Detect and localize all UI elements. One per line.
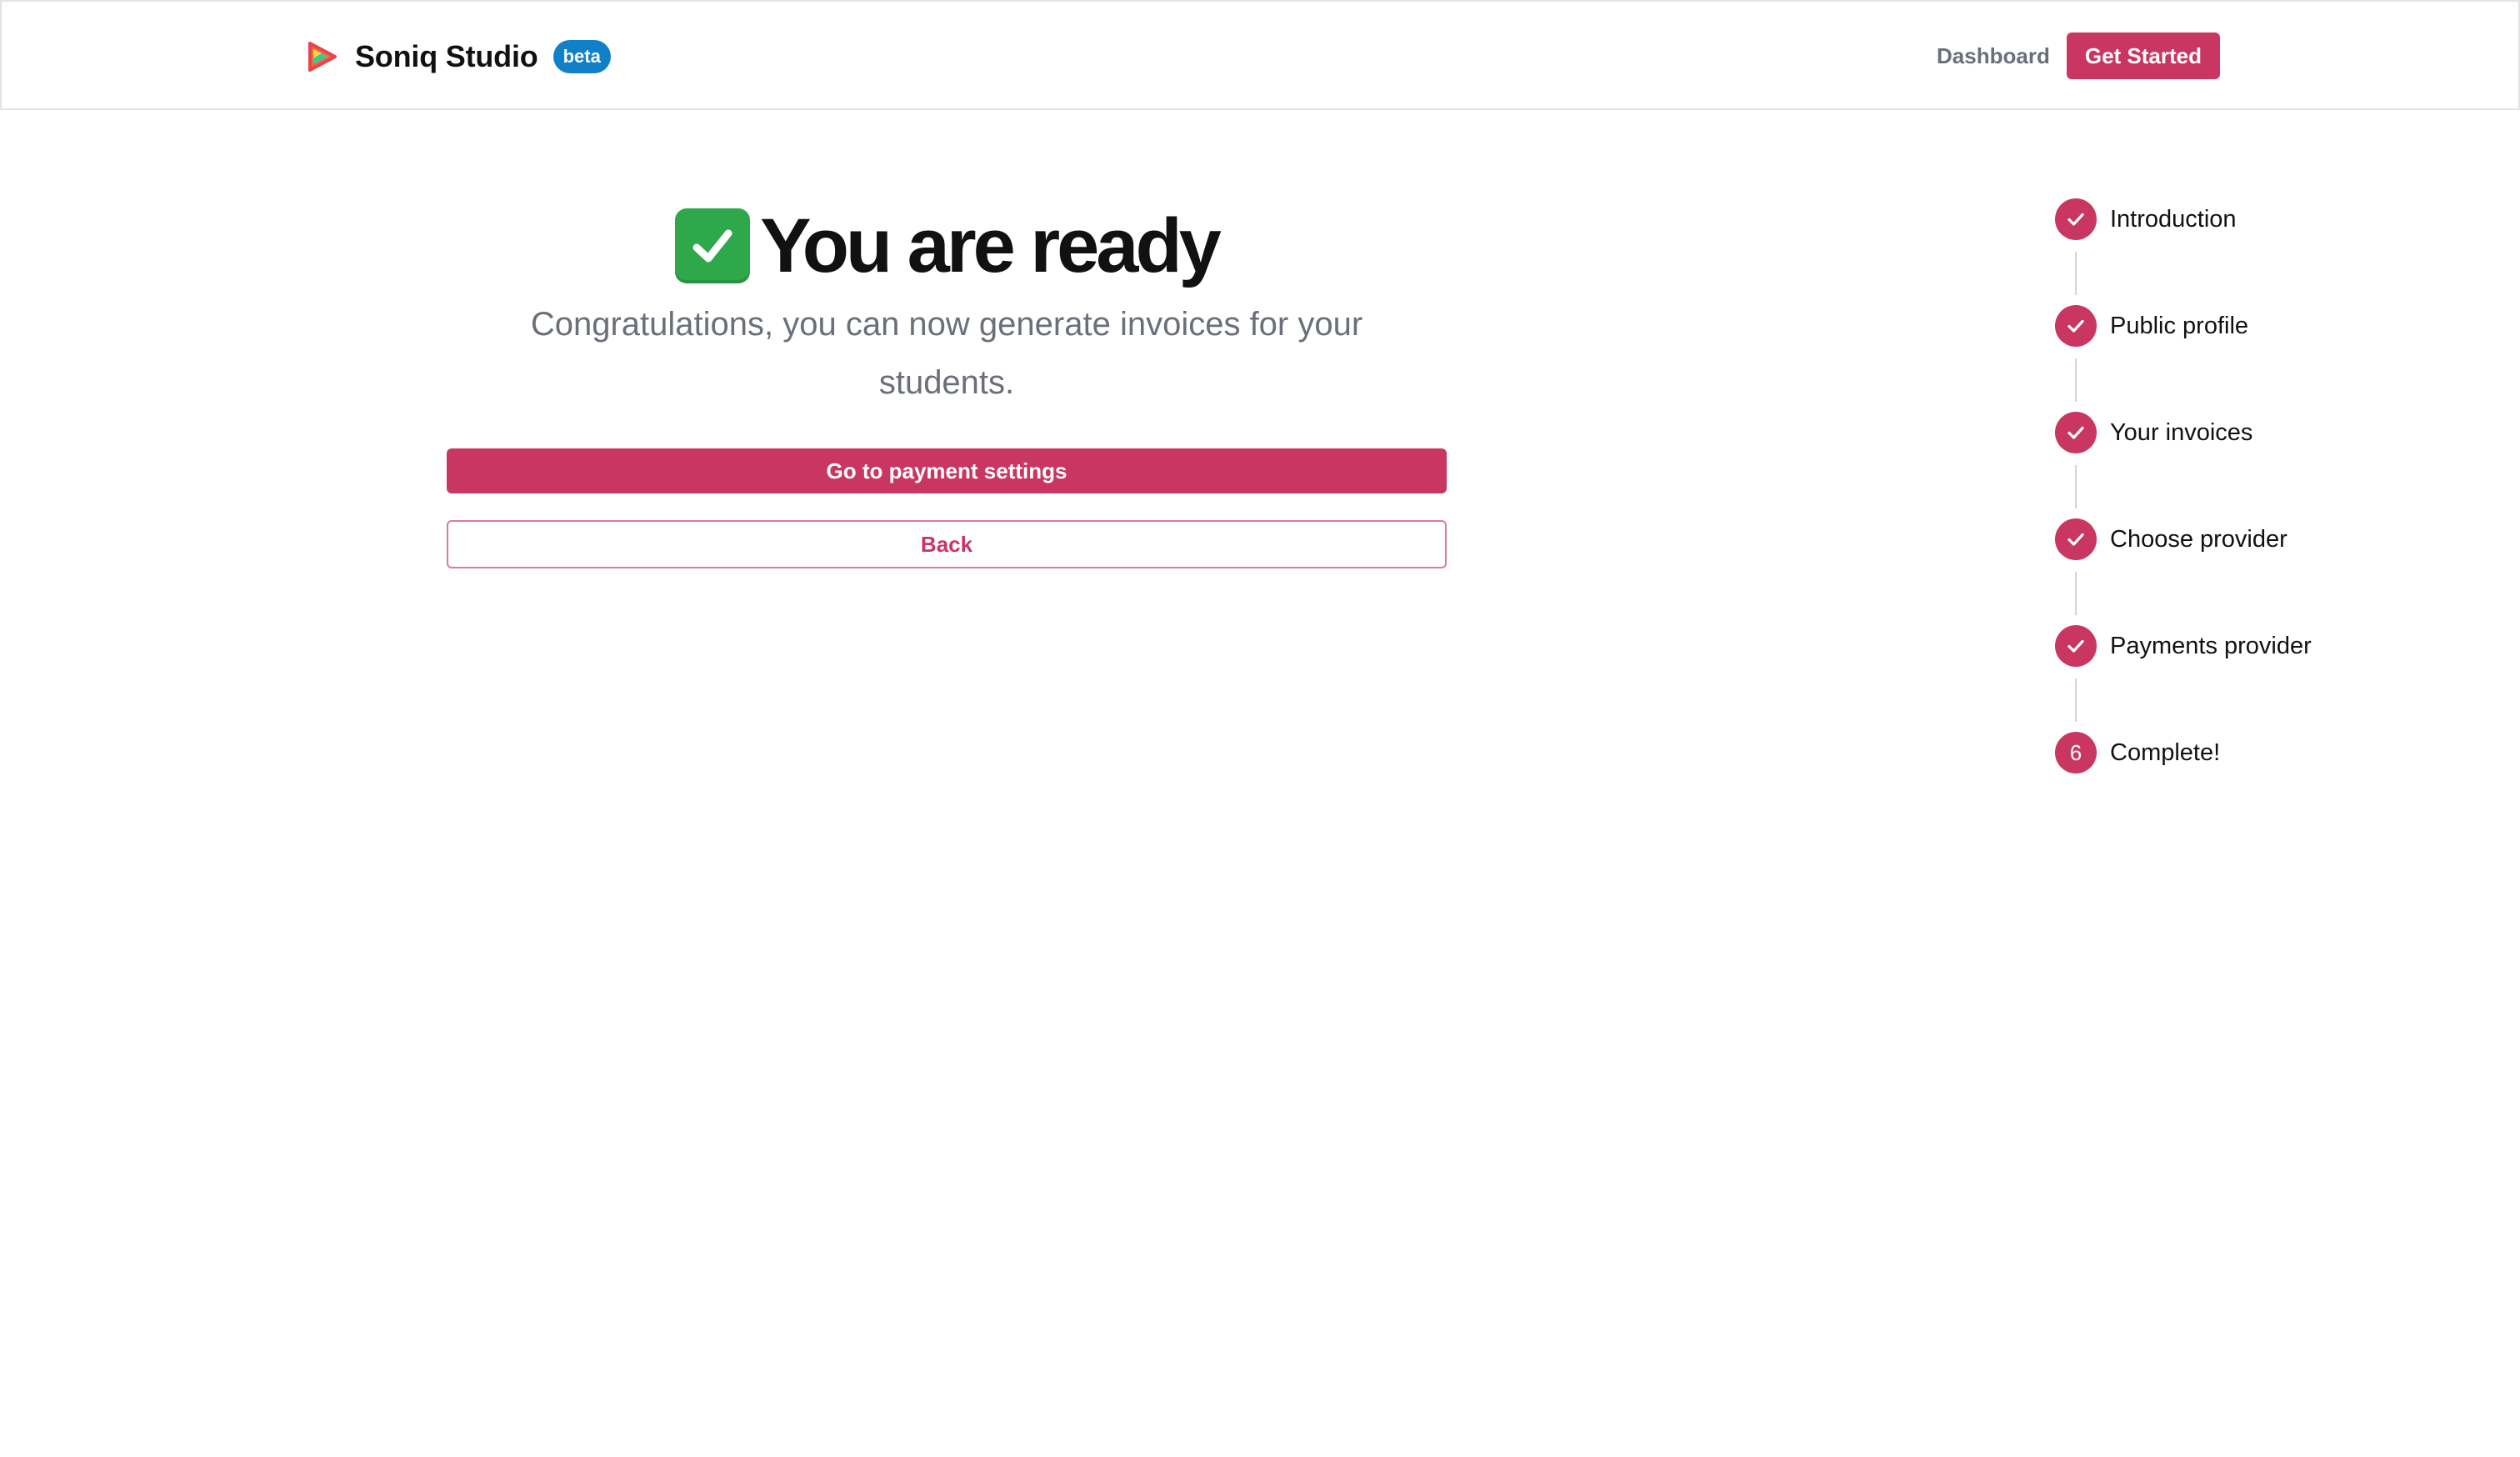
step-public-profile[interactable]: Public profile — [2055, 305, 2405, 412]
brand[interactable]: Soniq Studio beta — [303, 35, 611, 78]
step-label: Public profile — [2110, 312, 2249, 339]
top-navbar: Soniq Studio beta Dashboard Get Started — [0, 0, 2520, 110]
beta-badge: beta — [552, 40, 611, 73]
step-label: Complete! — [2110, 739, 2221, 766]
onboarding-stepper: Introduction Public profile Your invoice… — [2055, 198, 2405, 775]
check-icon — [2055, 198, 2097, 240]
step-label: Your invoices — [2110, 418, 2253, 446]
page-subtitle: Congratulations, you can now generate in… — [530, 306, 1363, 401]
completion-panel: You are ready Congratulations, you can n… — [447, 200, 1447, 568]
step-introduction[interactable]: Introduction — [2055, 198, 2405, 305]
page-title: You are ready — [760, 203, 1222, 288]
step-payments-provider[interactable]: Payments provider — [2055, 625, 2405, 732]
check-icon — [2055, 518, 2097, 560]
step-label: Introduction — [2110, 205, 2237, 233]
check-icon — [2055, 625, 2097, 667]
step-number: 6 — [2055, 732, 2097, 774]
step-connector — [2075, 572, 2077, 615]
brand-name: Soniq Studio — [355, 39, 538, 73]
step-connector — [2075, 465, 2077, 508]
page-title-row: You are ready — [447, 200, 1447, 292]
step-choose-provider[interactable]: Choose provider — [2055, 518, 2405, 625]
check-icon — [2055, 305, 2097, 347]
get-started-button[interactable]: Get Started — [2066, 33, 2220, 79]
check-mark-button-emoji-icon — [675, 208, 751, 283]
nav-right: Dashboard Get Started — [1937, 33, 2220, 79]
step-label: Payments provider — [2110, 632, 2312, 659]
step-connector — [2075, 678, 2077, 722]
step-connector — [2075, 358, 2077, 402]
dashboard-link[interactable]: Dashboard — [1937, 43, 2050, 69]
soniq-logo-icon — [308, 42, 337, 72]
step-label: Choose provider — [2110, 525, 2288, 553]
step-connector — [2075, 252, 2077, 295]
step-your-invoices[interactable]: Your invoices — [2055, 412, 2405, 518]
go-to-payment-settings-button[interactable]: Go to payment settings — [447, 448, 1447, 493]
check-icon — [2055, 412, 2097, 453]
step-complete[interactable]: 6 Complete! — [2055, 732, 2405, 775]
back-button[interactable]: Back — [447, 520, 1447, 568]
